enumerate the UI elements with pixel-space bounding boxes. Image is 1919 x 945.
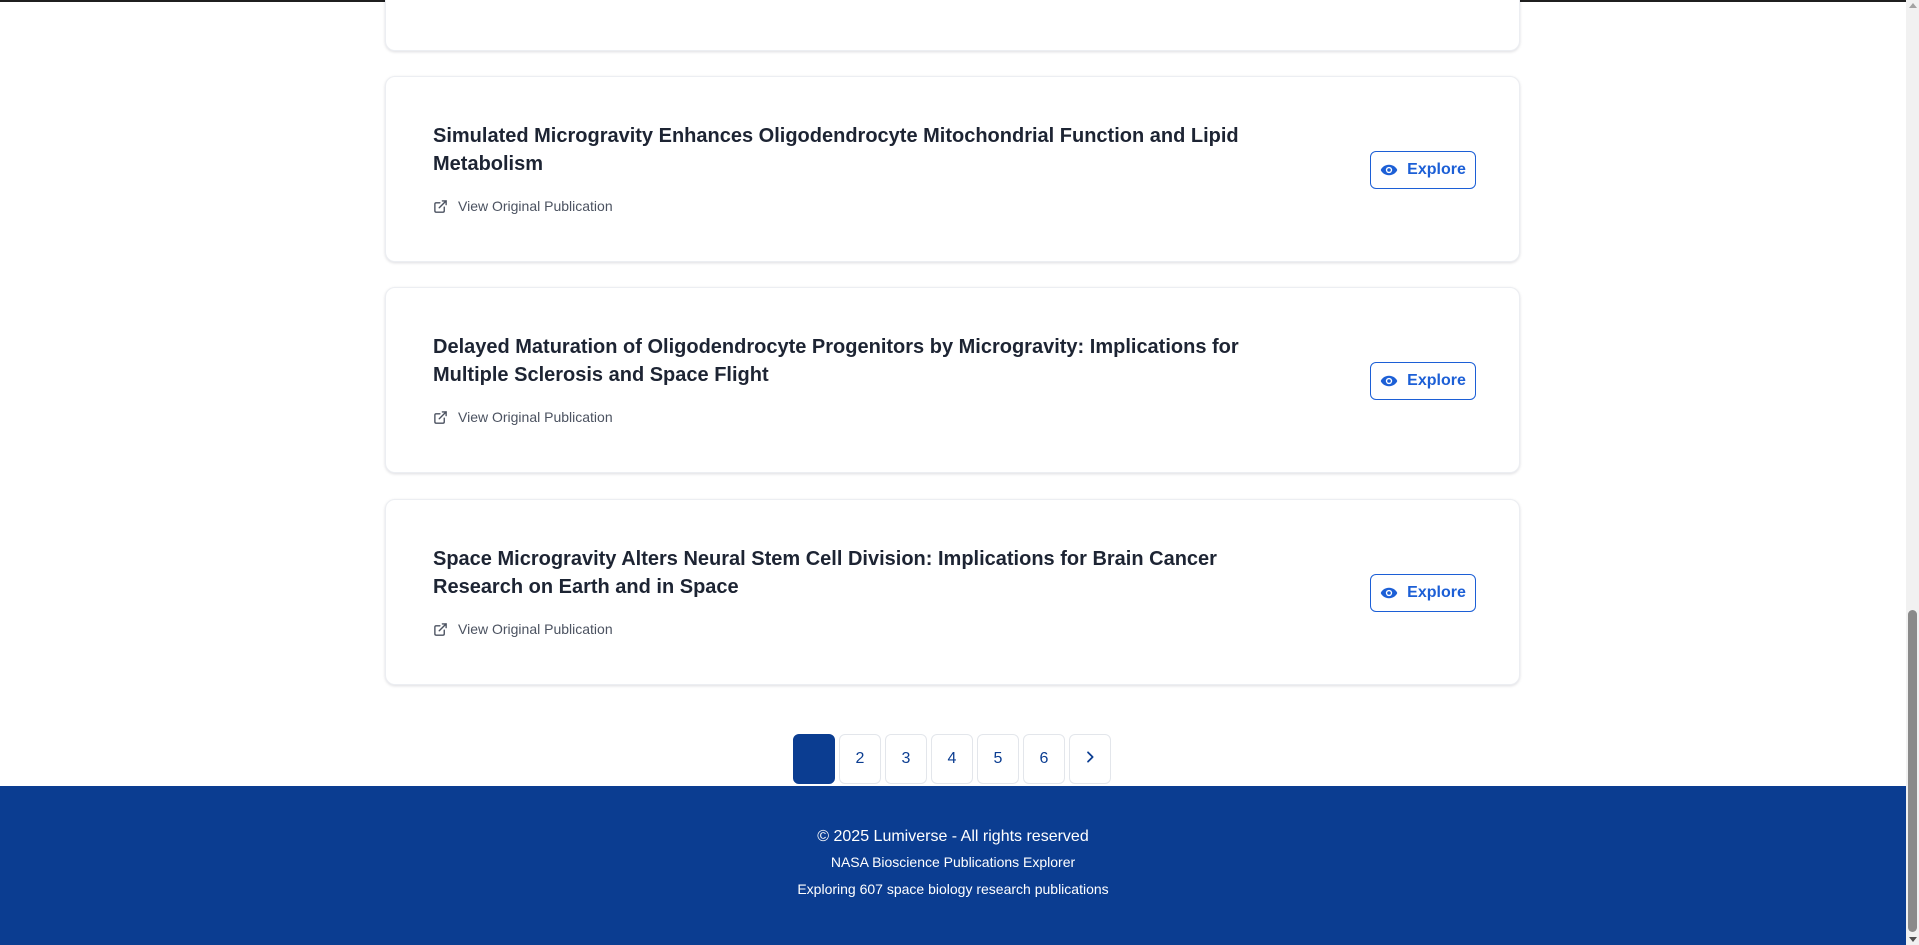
- external-link-icon: [433, 199, 448, 214]
- page-button-2[interactable]: 2: [839, 734, 881, 784]
- explore-button[interactable]: Explore: [1370, 362, 1476, 400]
- footer-tagline: Exploring 607 space biology research pub…: [797, 881, 1109, 897]
- eye-icon: [1380, 161, 1398, 179]
- page-button-4[interactable]: 4: [931, 734, 973, 784]
- page-viewport: Simulated Microgravity Enhances Oligoden…: [0, 0, 1919, 945]
- view-original-publication-link[interactable]: View Original Publication: [433, 198, 613, 214]
- scrollbar-thumb[interactable]: [1908, 610, 1917, 932]
- view-original-publication-label: View Original Publication: [458, 621, 613, 637]
- explore-button[interactable]: Explore: [1370, 574, 1476, 612]
- site-footer: © 2025 Lumiverse - All rights reserved N…: [0, 786, 1906, 945]
- page-button-6[interactable]: 6: [1023, 734, 1065, 784]
- publication-card: Space Microgravity Alters Neural Stem Ce…: [385, 499, 1520, 685]
- explore-button[interactable]: Explore: [1370, 151, 1476, 189]
- page-button-current[interactable]: [793, 734, 835, 784]
- chevron-right-icon: [1082, 749, 1098, 770]
- page-button-5[interactable]: 5: [977, 734, 1019, 784]
- next-page-button[interactable]: [1069, 734, 1111, 784]
- scroll-down-arrow-icon[interactable]: [1909, 937, 1917, 942]
- vertical-scrollbar[interactable]: [1906, 0, 1919, 945]
- explore-label: Explore: [1407, 372, 1466, 389]
- external-link-icon: [433, 622, 448, 637]
- external-link-icon: [433, 410, 448, 425]
- footer-subtitle: NASA Bioscience Publications Explorer: [830, 854, 1076, 870]
- view-original-publication-label: View Original Publication: [458, 198, 613, 214]
- publication-card: Simulated Microgravity Enhances Oligoden…: [385, 76, 1520, 262]
- publication-card: Delayed Maturation of Oligodendrocyte Pr…: [385, 287, 1520, 473]
- explore-label: Explore: [1407, 584, 1466, 601]
- view-original-publication-label: View Original Publication: [458, 409, 613, 425]
- publication-title: Simulated Microgravity Enhances Oligoden…: [433, 125, 1239, 175]
- view-original-publication-link[interactable]: View Original Publication: [433, 409, 613, 425]
- footer-copyright: © 2025 Lumiverse - All rights reserved: [817, 828, 1089, 845]
- explore-label: Explore: [1407, 161, 1466, 178]
- scroll-up-arrow-icon[interactable]: [1909, 3, 1917, 8]
- page-button-3[interactable]: 3: [885, 734, 927, 784]
- eye-icon: [1380, 584, 1398, 602]
- publication-title: Space Microgravity Alters Neural Stem Ce…: [433, 548, 1217, 598]
- publication-title: Delayed Maturation of Oligodendrocyte Pr…: [433, 336, 1239, 386]
- eye-icon: [1380, 372, 1398, 390]
- publication-card-partial: [385, 0, 1520, 51]
- view-original-publication-link[interactable]: View Original Publication: [433, 621, 613, 637]
